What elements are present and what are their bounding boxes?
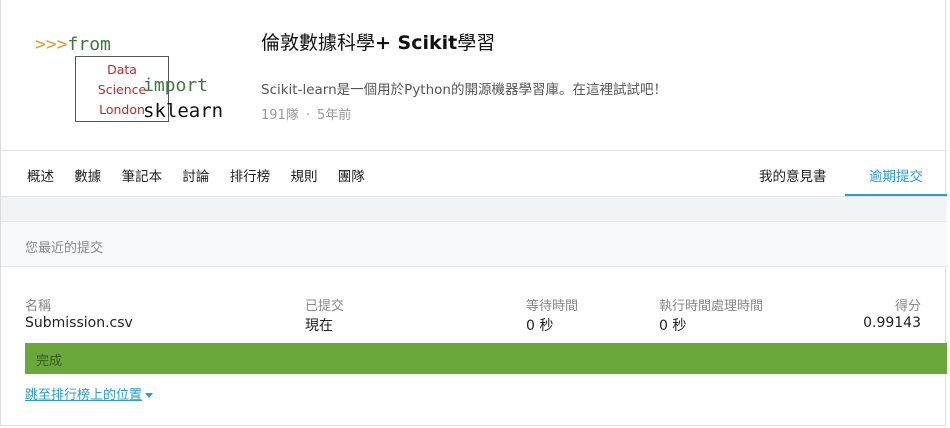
spacer-band xyxy=(1,197,947,221)
jump-link-label: 跳至排行榜上的位置 xyxy=(25,388,143,403)
col-header-wait-time: 等待時間 xyxy=(526,299,579,314)
submission-filename: Submission.csv xyxy=(25,315,133,331)
recent-submission-header: 您最近的提交 xyxy=(1,221,947,267)
competition-card: >>>from Data Science London import sklea… xyxy=(0,0,947,426)
col-header-exec-time: 執行時間處理時間 xyxy=(659,299,764,314)
title-bold: + Scikit xyxy=(375,32,458,54)
submission-exec-time: 0 秒 xyxy=(659,318,687,334)
tab-team[interactable]: 團隊 xyxy=(338,169,365,185)
submission-score: 0.99143 xyxy=(863,315,921,331)
competition-subtitle: Scikit-learn是一個用於Python的開源機器學習庫。在這裡試試吧！ xyxy=(261,82,667,98)
competition-title: 倫敦數據科學+ Scikit學習 xyxy=(261,28,495,55)
tab-overview[interactable]: 概述 xyxy=(27,169,54,185)
logo-arrows: >>> xyxy=(35,34,68,55)
caret-down-icon xyxy=(145,393,154,398)
competition-logo: >>>from Data Science London import sklea… xyxy=(35,34,235,124)
logo-from: >>>from xyxy=(35,34,111,55)
tab-leaderboard[interactable]: 排行榜 xyxy=(230,169,271,185)
tab-discussion[interactable]: 討論 xyxy=(182,169,209,185)
logo-from-text: from xyxy=(67,34,111,55)
jump-to-leaderboard-link[interactable]: 跳至排行榜上的位置 xyxy=(25,384,154,403)
logo-import: import xyxy=(143,75,209,96)
tab-my-submissions[interactable]: 我的意見書 xyxy=(759,165,827,185)
team-count: 191隊 xyxy=(261,108,299,123)
competition-age: 5年前 xyxy=(316,108,352,123)
header-divider xyxy=(1,150,947,151)
title-prefix: 倫敦數據科學 xyxy=(261,32,376,54)
section-title: 您最近的提交 xyxy=(25,241,104,256)
col-header-submitted: 已提交 xyxy=(305,299,345,314)
tab-data[interactable]: 數據 xyxy=(74,169,101,185)
tab-notebooks[interactable]: 筆記本 xyxy=(122,169,163,185)
tab-rules[interactable]: 規則 xyxy=(290,169,317,185)
status-bar-complete: 完成 xyxy=(25,343,947,374)
tab-late-submission[interactable]: 逾期提交 xyxy=(869,165,923,185)
title-suffix: 學習 xyxy=(457,32,496,54)
submission-time: 現在 xyxy=(305,318,333,334)
meta-separator: · xyxy=(305,108,310,123)
col-header-name: 名稱 xyxy=(25,299,52,314)
status-label: 完成 xyxy=(36,354,63,369)
logo-sklearn: sklearn xyxy=(143,100,224,122)
tab-bar: 概述 數據 筆記本 討論 排行榜 規則 團隊 xyxy=(27,165,381,185)
col-header-score: 得分 xyxy=(894,299,921,314)
competition-meta: 191隊 · 5年前 xyxy=(261,104,351,123)
submission-wait-time: 0 秒 xyxy=(526,318,554,334)
